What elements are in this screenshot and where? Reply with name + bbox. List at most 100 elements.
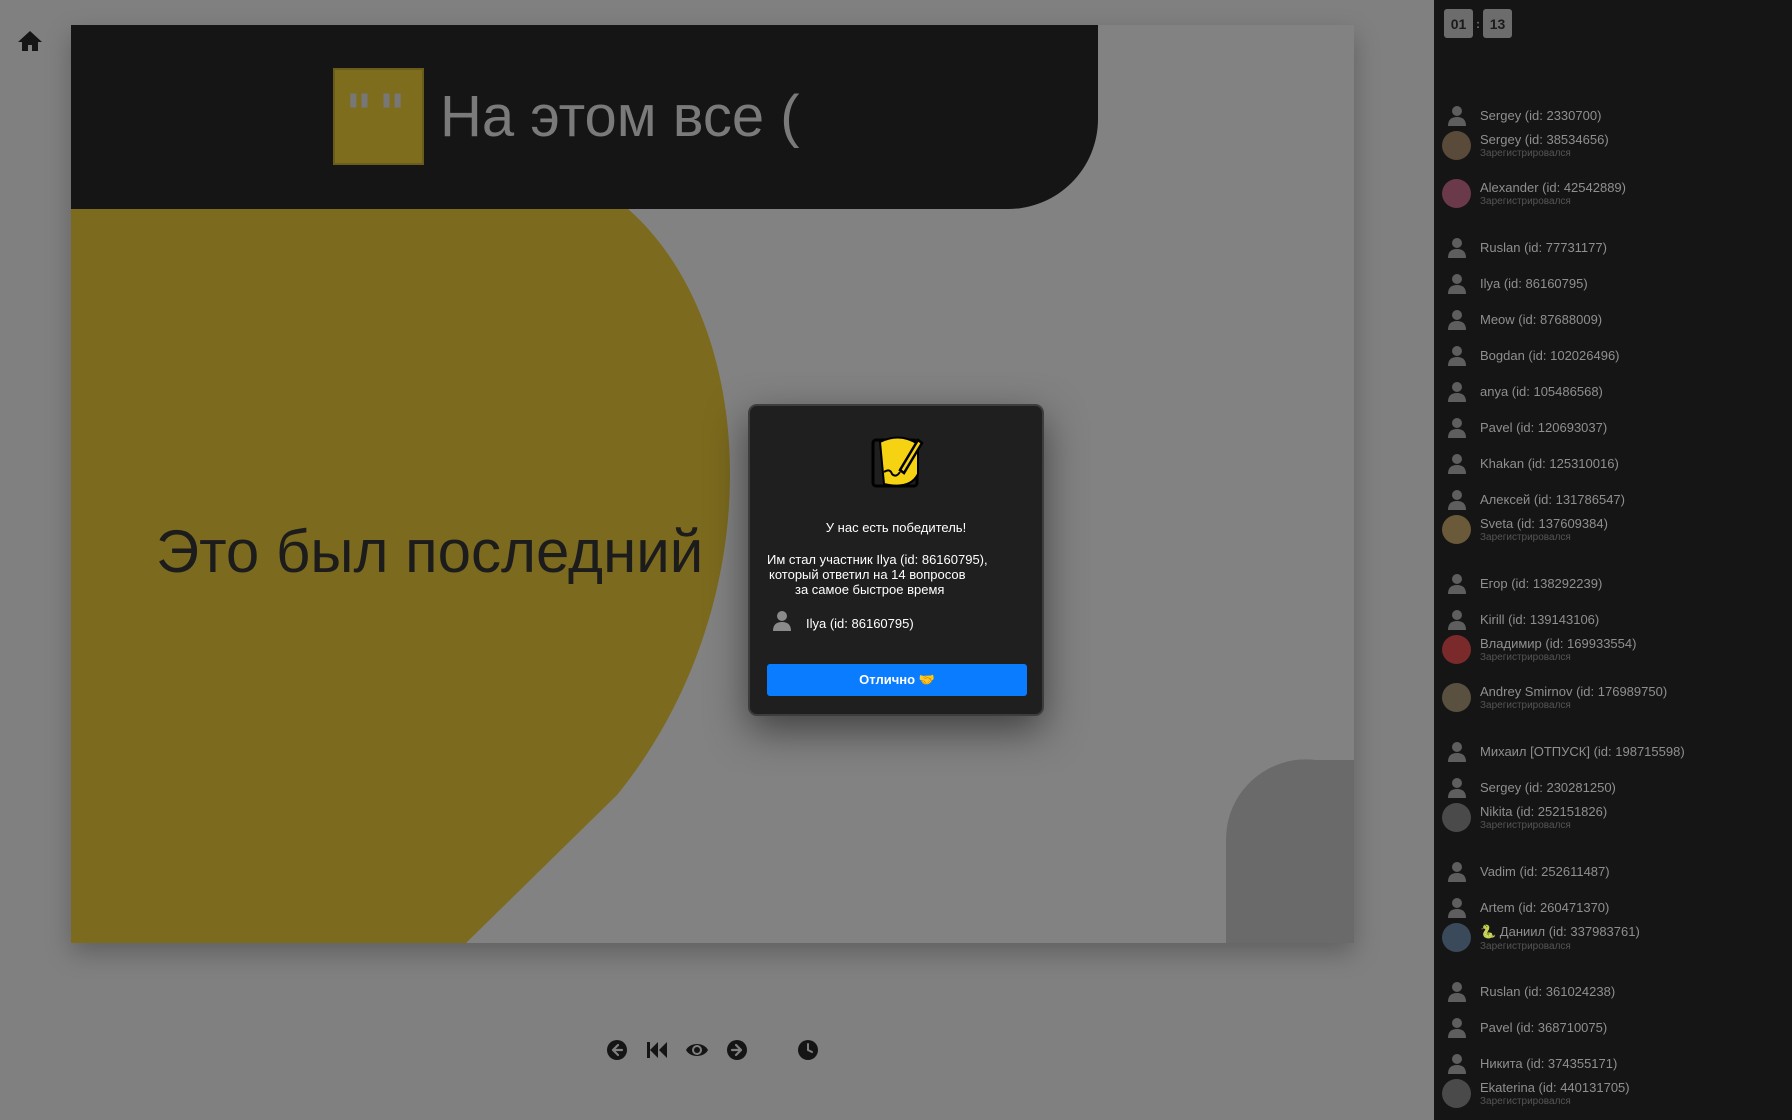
participant-item[interactable]: Ilya (id: 86160795) <box>1442 269 1588 298</box>
avatar <box>1442 803 1471 832</box>
participant-name: Vadim (id: 252611487) <box>1480 864 1610 879</box>
participant-text: Meow (id: 87688009) <box>1480 312 1602 327</box>
notepad-pencil-icon <box>870 434 924 495</box>
participant-name: Alexander (id: 42542889) <box>1480 180 1626 195</box>
eye-icon[interactable] <box>685 1038 709 1062</box>
participant-name: Алексей (id: 131786547) <box>1480 492 1625 507</box>
participant-item[interactable]: Pavel (id: 120693037) <box>1442 413 1607 442</box>
participant-status: Зарегистрировался <box>1480 196 1571 207</box>
participant-text: Sveta (id: 137609384) Зарегистрировался <box>1480 516 1608 543</box>
participant-name: Nikita (id: 252151826) <box>1480 804 1608 819</box>
participant-item[interactable]: Егор (id: 138292239) <box>1442 569 1602 598</box>
participant-item[interactable]: Ruslan (id: 77731177) <box>1442 233 1607 262</box>
participant-name: Khakan (id: 125310016) <box>1480 456 1619 471</box>
participant-text: Alexander (id: 42542889) Зарегистрировалс… <box>1480 180 1626 207</box>
participant-item[interactable]: Meow (id: 87688009) <box>1442 305 1602 334</box>
participant-name: Никита (id: 374355171) <box>1480 1056 1618 1071</box>
participant-status: Зарегистрировался <box>1480 700 1571 711</box>
user-icon <box>1442 101 1471 130</box>
participant-item[interactable]: Алексей (id: 131786547) <box>1442 485 1625 514</box>
participant-name: Ilya (id: 86160795) <box>1480 276 1588 291</box>
participant-text: Pavel (id: 368710075) <box>1480 1020 1607 1035</box>
avatar <box>1442 515 1471 544</box>
ok-button[interactable]: Отлично 🤝 <box>767 664 1027 696</box>
participant-item[interactable]: Михаил [ОТПУСК] (id: 198715598) <box>1442 737 1685 766</box>
quote-mark: "" <box>345 84 412 144</box>
user-icon <box>1442 977 1471 1006</box>
participant-item[interactable]: 🐍 Даниил (id: 337983761) Зарегистрировалс… <box>1442 923 1640 952</box>
arrow-right-icon[interactable] <box>725 1038 749 1062</box>
user-icon <box>772 610 792 637</box>
participant-text: Sergey (id: 38534656) Зарегистрировался <box>1480 132 1609 159</box>
slide-preview: "" На этом все ( Это был последний <box>71 25 1354 943</box>
arrow-left-icon[interactable] <box>605 1038 629 1062</box>
user-icon <box>1442 233 1471 262</box>
participant-name: Bogdan (id: 102026496) <box>1480 348 1620 363</box>
participant-item[interactable]: Khakan (id: 125310016) <box>1442 449 1619 478</box>
participant-text: Никита (id: 374355171) <box>1480 1056 1617 1071</box>
participant-name: Artem (id: 260471370) <box>1480 900 1610 915</box>
participant-item[interactable]: Kirill (id: 139143106) <box>1442 605 1599 634</box>
participant-item[interactable]: anya (id: 105486568) <box>1442 377 1603 406</box>
dialog-message: Им стал участник Ilya (id: 86160795), ко… <box>767 552 988 597</box>
user-icon <box>1442 485 1471 514</box>
participant-text: Nikita (id: 252151826) Зарегистрировался <box>1480 804 1607 831</box>
avatar <box>1442 131 1471 160</box>
participant-item[interactable]: Andrey Smirnov (id: 176989750) Зарегистри… <box>1442 683 1667 712</box>
participant-item[interactable]: Sveta (id: 137609384) Зарегистрировался <box>1442 515 1608 544</box>
dialog-message-line: за самое быстрое время <box>795 582 945 597</box>
participant-item[interactable]: Никита (id: 374355171) <box>1442 1049 1617 1078</box>
clock-icon[interactable] <box>796 1038 820 1062</box>
participant-name: Ruslan (id: 361024238) <box>1480 984 1616 999</box>
participant-status: Зарегистрировался <box>1480 820 1571 831</box>
slide-background <box>71 25 1354 943</box>
participant-item[interactable]: Ruslan (id: 361024238) <box>1442 977 1615 1006</box>
participant-item[interactable]: Sergey (id: 230281250) <box>1442 773 1616 802</box>
participant-name: Kirill (id: 139143106) <box>1480 612 1600 627</box>
participant-name: Pavel (id: 120693037) <box>1480 420 1608 435</box>
participant-text: Kirill (id: 139143106) <box>1480 612 1599 627</box>
avatar <box>1442 923 1471 952</box>
participant-text: anya (id: 105486568) <box>1480 384 1603 399</box>
dialog-message-line: который ответил на 14 вопросов <box>769 567 966 582</box>
skip-back-icon[interactable] <box>645 1038 669 1062</box>
home-icon[interactable] <box>14 27 46 55</box>
user-icon <box>1442 269 1471 298</box>
participant-text: 🐍 Даниил (id: 337983761) Зарегистрировалс… <box>1480 924 1640 952</box>
participant-item[interactable]: Bogdan (id: 102026496) <box>1442 341 1620 370</box>
participant-name: anya (id: 105486568) <box>1480 384 1603 399</box>
timer-minutes: 01 <box>1444 9 1473 38</box>
participant-text: Sergey (id: 230281250) <box>1480 780 1616 795</box>
winner-dialog: У нас есть победитель! Им стал участник … <box>748 404 1044 716</box>
participant-status: Зарегистрировался <box>1480 532 1571 543</box>
avatar <box>1442 179 1471 208</box>
user-icon <box>1442 1049 1471 1078</box>
avatar <box>1442 683 1471 712</box>
participant-text: Vadim (id: 252611487) <box>1480 864 1610 879</box>
participant-item[interactable]: Alexander (id: 42542889) Зарегистрировалс… <box>1442 179 1626 208</box>
participant-text: Владимир (id: 169933554) Зарегистрировалс… <box>1480 636 1636 663</box>
user-icon <box>1442 341 1471 370</box>
participant-name: Sveta (id: 137609384) <box>1480 516 1608 531</box>
participant-item[interactable]: Nikita (id: 252151826) Зарегистрировался <box>1442 803 1607 832</box>
timer-seconds: 13 <box>1483 9 1512 38</box>
participant-status: Зарегистрировался <box>1480 148 1571 159</box>
countdown-timer: 01 : 13 <box>1444 9 1512 38</box>
timer-separator: : <box>1476 16 1480 31</box>
participant-item[interactable]: Sergey (id: 38534656) Зарегистрировался <box>1442 131 1609 160</box>
participant-item[interactable]: Sergey (id: 2330700) <box>1442 101 1601 130</box>
participant-text: Artem (id: 260471370) <box>1480 900 1609 915</box>
user-icon <box>1442 737 1471 766</box>
participant-name: Михаил [ОТПУСК] (id: 198715598) <box>1480 744 1685 759</box>
participant-item[interactable]: Pavel (id: 368710075) <box>1442 1013 1607 1042</box>
user-icon <box>1442 413 1471 442</box>
user-icon <box>1442 569 1471 598</box>
participant-item[interactable]: Ekaterina (id: 440131705) Зарегистрировал… <box>1442 1079 1630 1108</box>
participant-item[interactable]: Artem (id: 260471370) <box>1442 893 1609 922</box>
participant-text: Ekaterina (id: 440131705) Зарегистрировал… <box>1480 1080 1630 1107</box>
participant-name: Егор (id: 138292239) <box>1480 576 1603 591</box>
participant-item[interactable]: Vadim (id: 252611487) <box>1442 857 1610 886</box>
participant-text: Егор (id: 138292239) <box>1480 576 1602 591</box>
participant-name: Andrey Smirnov (id: 176989750) <box>1480 684 1668 699</box>
participant-item[interactable]: Владимир (id: 169933554) Зарегистрировалс… <box>1442 635 1636 664</box>
